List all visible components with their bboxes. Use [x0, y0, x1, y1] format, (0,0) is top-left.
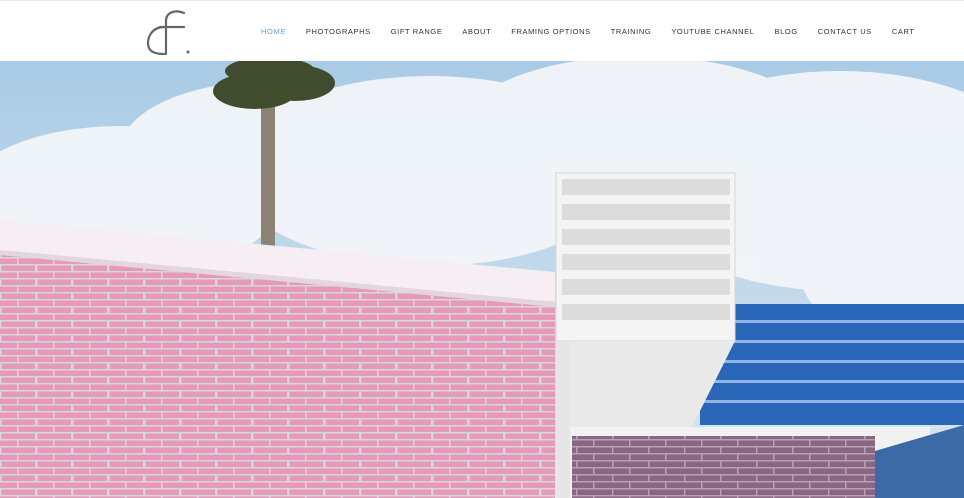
brand-logo[interactable]: cf [144, 7, 194, 55]
nav-about[interactable]: ABOUT [462, 27, 491, 36]
nav-gift-range[interactable]: GIFT RANGE [391, 27, 443, 36]
site-header: cf HOME PHOTOGRAPHS GIFT RANGE ABOUT FRA… [0, 0, 964, 60]
hero-photo [0, 61, 964, 498]
main-nav: HOME PHOTOGRAPHS GIFT RANGE ABOUT FRAMIN… [261, 1, 935, 61]
nav-cart[interactable]: CART [892, 27, 915, 36]
nav-blog[interactable]: BLOG [775, 27, 798, 36]
nav-home[interactable]: HOME [261, 27, 286, 36]
nav-training[interactable]: TRAINING [611, 27, 652, 36]
nav-photographs[interactable]: PHOTOGRAPHS [306, 27, 371, 36]
nav-contact-us[interactable]: CONTACT US [818, 27, 872, 36]
hero-image [0, 61, 964, 498]
nav-framing-options[interactable]: FRAMING OPTIONS [511, 27, 590, 36]
nav-youtube-channel[interactable]: YOUTUBE CHANNEL [671, 27, 754, 36]
